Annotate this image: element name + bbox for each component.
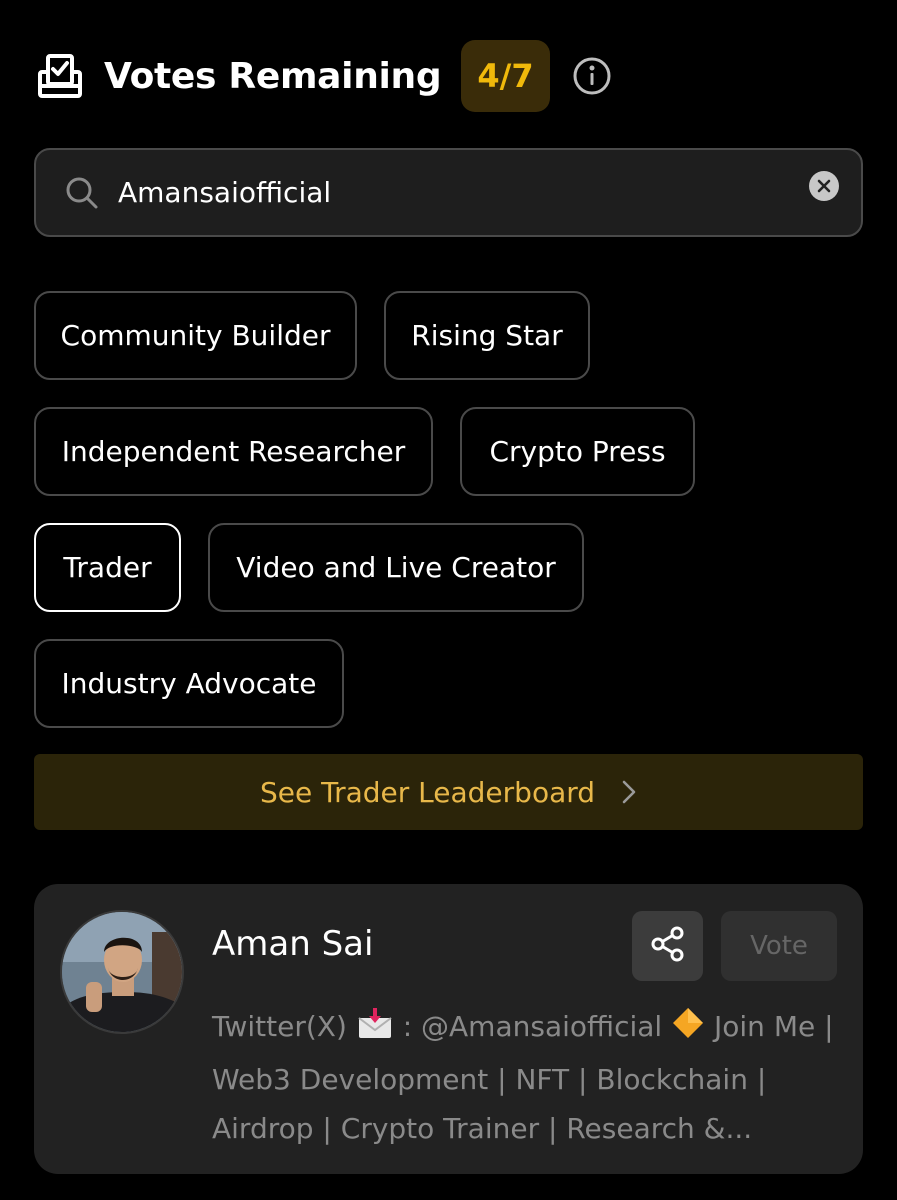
candidate-bio: Twitter(X) : @Amansaiofficial Join Me | … [212, 1002, 842, 1153]
search-input[interactable] [118, 176, 809, 209]
votes-count-badge: 4/7 [461, 40, 550, 112]
category-chip-industry-advocate[interactable]: Industry Advocate [34, 639, 344, 728]
category-chip-trader[interactable]: Trader [34, 523, 181, 612]
bio-line-3: Airdrop | Crypto Trainer | Research &... [212, 1112, 753, 1145]
category-chip-independent-researcher[interactable]: Independent Researcher [34, 407, 433, 496]
envelope-emoji-icon [356, 1006, 394, 1055]
bio-line-2: Web3 Development | NFT | Blockchain | [212, 1063, 767, 1096]
category-chip-rising-star[interactable]: Rising Star [384, 291, 590, 380]
clear-icon[interactable] [809, 170, 839, 201]
info-icon[interactable] [572, 56, 612, 96]
avatar [60, 910, 184, 1034]
bio-line-1: Twitter(X) : @Amansaiofficial Join Me | [212, 1002, 842, 1055]
page-title: Votes Remaining [104, 55, 442, 97]
diamond-emoji-icon [671, 1006, 705, 1055]
category-chip-crypto-press[interactable]: Crypto Press [460, 407, 695, 496]
share-button[interactable] [632, 911, 703, 981]
leaderboard-label: See Trader Leaderboard [259, 775, 596, 809]
leaderboard-link[interactable]: See Trader Leaderboard [34, 754, 863, 830]
search-box [34, 148, 863, 237]
chevron-right-icon [621, 779, 637, 805]
ballot-check-icon [36, 52, 84, 100]
votes-header: Votes Remaining 4/7 [36, 40, 612, 112]
search-icon [64, 175, 100, 211]
candidate-card: Aman Sai Vote Twitter(X): @Amansaioffic… [34, 884, 863, 1174]
share-icon [649, 925, 687, 967]
category-chip-video-live-creator[interactable]: Video and Live Creator [208, 523, 584, 612]
category-chip-community-builder[interactable]: Community Builder [34, 291, 357, 380]
voting-page: Votes Remaining 4/7 Community Builder [0, 0, 897, 1200]
candidate-name: Aman Sai [212, 924, 374, 964]
vote-button[interactable]: Vote [721, 911, 837, 981]
